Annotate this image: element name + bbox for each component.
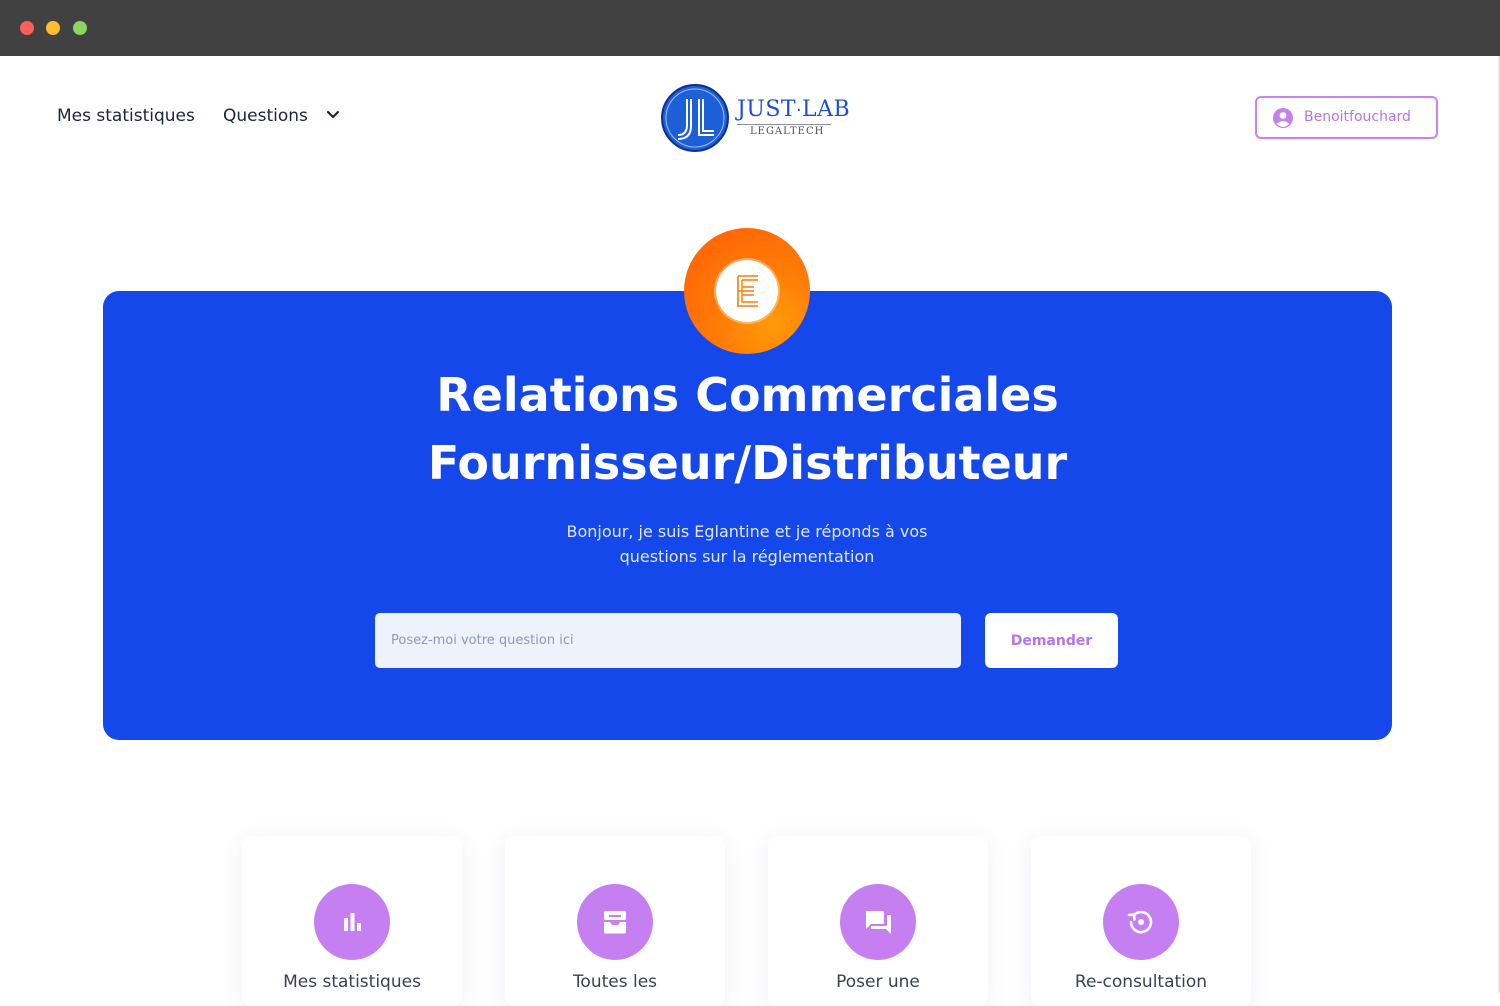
assistant-avatar-badge: [716, 260, 778, 322]
card-all-questions[interactable]: Toutes les: [505, 836, 725, 1006]
card-ask-question[interactable]: Poser une: [768, 836, 988, 1006]
card-label: Poser une: [836, 972, 920, 992]
assistant-avatar: [684, 228, 810, 354]
card-icon-circle: [577, 884, 653, 960]
card-icon-circle: [314, 884, 390, 960]
card-icon-circle: [840, 884, 916, 960]
nav-link-questions[interactable]: Questions: [223, 106, 308, 126]
nav-link-statistics[interactable]: Mes statistiques: [57, 106, 195, 126]
justlab-logo[interactable]: JUST·LAB LEGALTECH: [660, 83, 850, 155]
close-window-icon[interactable]: [20, 21, 34, 35]
account-circle-icon: [1273, 108, 1293, 128]
card-icon-circle: [1103, 884, 1179, 960]
page: Mes statistiques Questions JUST·LAB LEGA…: [0, 56, 1500, 1006]
user-account-button[interactable]: Benoitfouchard: [1255, 96, 1438, 139]
ask-button[interactable]: Demander: [985, 613, 1118, 668]
jl-monogram-icon: [661, 84, 729, 152]
inbox-archive-icon: [604, 911, 626, 934]
card-my-statistics[interactable]: Mes statistiques: [242, 836, 462, 1006]
minimize-window-icon[interactable]: [46, 21, 60, 35]
logo-divider: [737, 124, 831, 125]
window-titlebar: [0, 0, 1500, 56]
hero-subtitle: Bonjour, je suis Eglantine et je réponds…: [566, 522, 928, 566]
card-label: Toutes les: [572, 972, 658, 992]
bar-chart-icon: [344, 913, 361, 931]
chat-bubbles-icon: [866, 911, 891, 934]
logo-wordmark: JUST·LAB: [737, 97, 851, 122]
card-label: Re-consultation: [1074, 972, 1208, 992]
card-reconsultation[interactable]: Re-consultation: [1031, 836, 1251, 1006]
maximize-window-icon[interactable]: [73, 21, 87, 35]
hero-banner: Relations Commerciales Fournisseur/Distr…: [103, 291, 1392, 740]
logo-subtitle: LEGALTECH: [750, 126, 825, 137]
history-icon: [1127, 910, 1153, 934]
chevron-down-icon[interactable]: [326, 110, 340, 120]
card-label: Mes statistiques: [283, 972, 421, 992]
user-name-label: Benoitfouchard: [1304, 109, 1411, 125]
question-input[interactable]: [375, 613, 961, 668]
hero-title: Relations Commerciales Fournisseur/Distr…: [427, 368, 1068, 490]
letter-e-icon: [737, 275, 758, 307]
